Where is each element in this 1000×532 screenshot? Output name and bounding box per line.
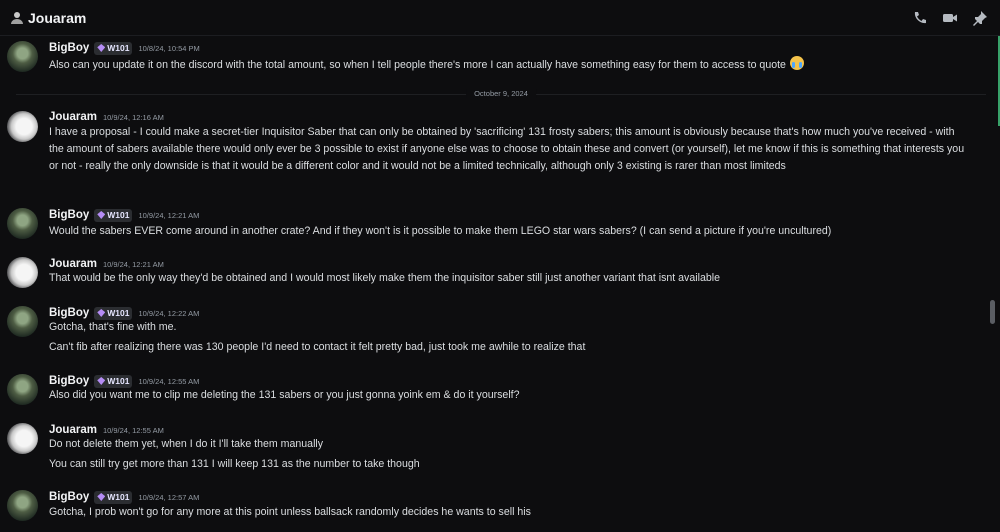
message-text: Also did you want me to clip me deleting… <box>49 389 520 401</box>
timestamp: 10/9/24, 12:16 AM <box>102 112 164 122</box>
message-text: Also can you update it on the discord wi… <box>49 56 804 74</box>
message-text: Would the sabers EVER come around in ano… <box>49 225 832 237</box>
timestamp: 10/9/24, 12:57 AM <box>138 492 200 502</box>
author-name[interactable]: BigBoy <box>49 307 89 319</box>
author-name[interactable]: BigBoy <box>49 375 89 387</box>
gem-icon <box>97 211 106 219</box>
server-tag: W101 <box>94 374 133 388</box>
message-text: Do not delete them yet, when I do it I'l… <box>49 438 324 450</box>
timestamp: 10/9/24, 12:22 AM <box>138 308 200 318</box>
message-text: I have a proposal - I could make a secre… <box>49 126 965 172</box>
avatar[interactable] <box>7 306 38 337</box>
timestamp: 10/8/24, 10:54 PM <box>138 43 200 53</box>
phone-icon[interactable] <box>912 10 928 26</box>
gem-icon <box>97 493 106 501</box>
video-icon[interactable] <box>942 10 958 26</box>
user-icon <box>11 12 23 24</box>
avatar[interactable] <box>7 208 38 239</box>
server-tag: W101 <box>94 490 133 504</box>
avatar[interactable] <box>7 490 38 521</box>
author-name[interactable]: Jouaram <box>49 258 97 270</box>
date-divider: October 9, 2024 <box>16 88 986 100</box>
avatar[interactable] <box>7 111 38 142</box>
scrollbar-track[interactable] <box>992 36 996 532</box>
gem-icon <box>97 377 106 385</box>
author-name[interactable]: BigBoy <box>49 209 89 221</box>
author-name[interactable]: BigBoy <box>49 42 89 54</box>
timestamp: 10/9/24, 12:55 AM <box>138 376 200 386</box>
avatar[interactable] <box>7 374 38 405</box>
timestamp: 10/9/24, 12:21 AM <box>102 259 164 269</box>
server-tag: W101 <box>94 306 133 320</box>
message-text: Gotcha, I prob won't go for any more at … <box>49 506 531 518</box>
channel-title: Jouaram <box>28 10 87 26</box>
avatar[interactable] <box>7 257 38 288</box>
message-text: Gotcha, that's fine with me. <box>49 321 177 333</box>
crying-face-icon <box>789 56 804 70</box>
gem-icon <box>97 44 106 52</box>
message-text: You can still try get more than 131 I wi… <box>49 458 420 470</box>
author-name[interactable]: Jouaram <box>49 111 97 123</box>
author-name[interactable]: Jouaram <box>49 424 97 436</box>
date-divider-label: October 9, 2024 <box>466 89 536 98</box>
gem-icon <box>97 309 106 317</box>
author-name[interactable]: BigBoy <box>49 491 89 503</box>
timestamp: 10/9/24, 12:55 AM <box>102 425 164 435</box>
server-tag: W101 <box>94 208 133 222</box>
message-text: That would be the only way they'd be obt… <box>49 272 720 284</box>
message-text: Can't fib after realizing there was 130 … <box>49 341 586 353</box>
pin-icon[interactable] <box>972 10 988 26</box>
channel-header: Jouaram <box>0 0 1000 36</box>
avatar[interactable] <box>7 41 38 72</box>
avatar[interactable] <box>7 423 38 454</box>
message-list[interactable]: BigBoy W101 10/8/24, 10:54 PM Also can y… <box>0 36 992 532</box>
timestamp: 10/9/24, 12:21 AM <box>138 210 200 220</box>
server-tag: W101 <box>94 41 133 55</box>
scrollbar-thumb[interactable] <box>990 300 995 324</box>
